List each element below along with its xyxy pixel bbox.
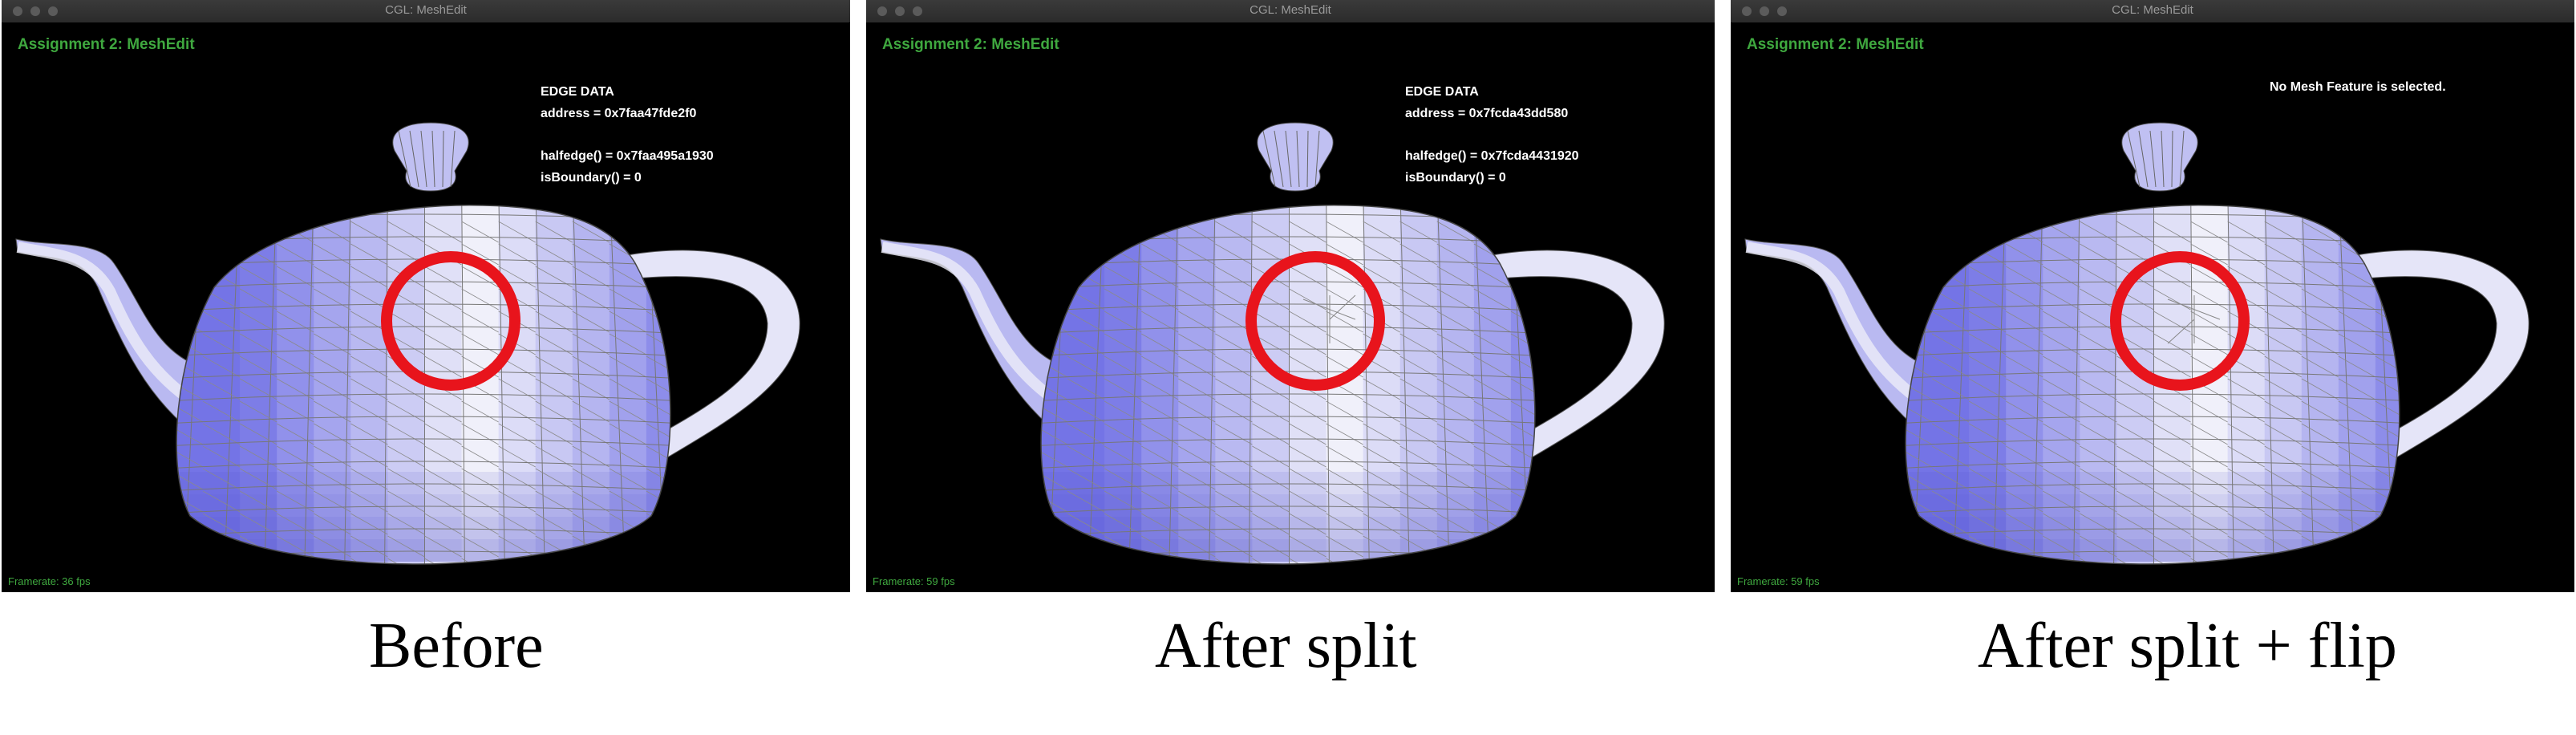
edge-address: address = 0x7fcda43dd580: [1405, 107, 1569, 120]
window-titlebar[interactable]: CGL: MeshEdit: [1731, 0, 2574, 23]
edge-halfedge: halfedge() = 0x7faa495a1930: [541, 149, 714, 163]
window-before: CGL: MeshEdit Assignment 2: MeshEdit EDG…: [2, 0, 850, 592]
app-title: Assignment 2: MeshEdit: [18, 36, 195, 53]
window-after-split: CGL: MeshEdit Assignment 2: MeshEdit EDG…: [866, 0, 1715, 592]
app-title: Assignment 2: MeshEdit: [1747, 36, 1924, 53]
window-titlebar[interactable]: CGL: MeshEdit: [2, 0, 850, 23]
caption-after-split: After split: [1155, 611, 1417, 681]
mesh-viewport[interactable]: Assignment 2: MeshEdit EDGE DATA address…: [2, 22, 850, 592]
window-title: CGL: MeshEdit: [2112, 3, 2193, 17]
framerate: Framerate: 59 fps: [873, 575, 955, 587]
window-title: CGL: MeshEdit: [385, 3, 467, 17]
teapot-spout: [1744, 238, 1932, 441]
edge-is-boundary: isBoundary() = 0: [1405, 171, 1506, 185]
edge-halfedge: halfedge() = 0x7fcda4431920: [1405, 149, 1579, 163]
teapot-spout: [880, 238, 1067, 441]
window-after-split-flip: CGL: MeshEdit Assignment 2: MeshEdit No …: [1731, 0, 2574, 592]
window-titlebar[interactable]: CGL: MeshEdit: [866, 0, 1715, 23]
app-title: Assignment 2: MeshEdit: [882, 36, 1059, 53]
caption-before: Before: [369, 611, 544, 681]
teapot-svg: [1744, 122, 2529, 565]
edge-data-header: EDGE DATA: [1405, 85, 1479, 99]
teapot-spout: [15, 238, 203, 441]
framerate: Framerate: 59 fps: [1737, 575, 1820, 587]
framerate: Framerate: 36 fps: [8, 575, 91, 587]
edge-data-panel: EDGE DATA address = 0x7fcda43dd580 halfe…: [1405, 81, 1579, 189]
caption-after-split-flip: After split + flip: [1978, 611, 2397, 681]
window-title: CGL: MeshEdit: [1250, 3, 1331, 17]
edge-address: address = 0x7faa47fde2f0: [541, 107, 697, 120]
edge-data-panel: EDGE DATA address = 0x7faa47fde2f0 halfe…: [541, 81, 714, 189]
mesh-viewport[interactable]: Assignment 2: MeshEdit No Mesh Feature i…: [1731, 22, 2574, 592]
edge-is-boundary: isBoundary() = 0: [541, 171, 642, 185]
teapot-svg: [15, 122, 800, 565]
teapot-svg: [880, 122, 1665, 565]
edge-data-header: EDGE DATA: [541, 85, 614, 99]
mesh-viewport[interactable]: Assignment 2: MeshEdit EDGE DATA address…: [866, 22, 1715, 592]
no-selection-message: No Mesh Feature is selected.: [2270, 80, 2446, 94]
